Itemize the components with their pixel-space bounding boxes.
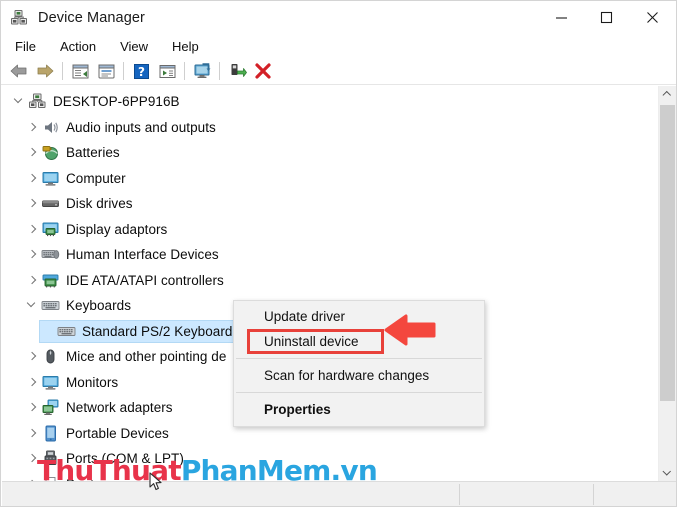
maximize-button[interactable] xyxy=(584,1,629,34)
tree-item-label: Disk drives xyxy=(66,196,133,212)
scroll-up-icon[interactable] xyxy=(659,86,676,103)
toolbar-separator-2 xyxy=(123,62,124,80)
help-icon[interactable]: ? xyxy=(128,59,154,83)
title-bar: Device Manager xyxy=(1,1,676,34)
red-pointer-arrow xyxy=(384,310,439,352)
context-menu-item-update-driver[interactable]: Update driver xyxy=(234,304,484,329)
forward-arrow-icon[interactable] xyxy=(32,59,58,83)
tree-item-label: Portable Devices xyxy=(66,425,169,441)
ide-controller-icon xyxy=(41,271,60,290)
window-controls xyxy=(539,1,676,34)
svg-text:?: ? xyxy=(138,65,145,79)
tree-item-computer[interactable]: Computer xyxy=(2,166,660,192)
properties-icon[interactable] xyxy=(93,59,119,83)
toolbar-separator-1 xyxy=(62,62,63,80)
display-adapter-icon xyxy=(41,220,60,239)
status-divider-1 xyxy=(459,484,460,505)
toolbar-separator-4 xyxy=(219,62,220,80)
enable-device-icon[interactable] xyxy=(224,59,250,83)
status-divider-2 xyxy=(593,484,594,505)
tree-expander-network-adapters[interactable] xyxy=(23,395,41,420)
tree-scrollbar[interactable] xyxy=(658,86,676,481)
watermark-part-2: PhanMem.vn xyxy=(180,454,378,487)
context-menu-item-scan-hardware-changes[interactable]: Scan for hardware changes xyxy=(234,363,484,388)
tree-item-label: Computer xyxy=(66,170,126,186)
tree-item-batteries[interactable]: Batteries xyxy=(2,140,660,166)
tree-item-hid[interactable]: Human Interface Devices xyxy=(2,242,660,268)
hid-icon xyxy=(41,245,60,264)
tree-item-label: Human Interface Devices xyxy=(66,247,219,263)
menu-file[interactable]: File xyxy=(15,39,36,54)
scroll-down-icon[interactable] xyxy=(659,464,676,481)
scan-hardware-icon[interactable] xyxy=(189,59,215,83)
toolbar-separator-3 xyxy=(184,62,185,80)
context-menu-item-properties[interactable]: Properties xyxy=(234,397,484,422)
tree-expander-audio[interactable] xyxy=(23,115,41,140)
menu-view[interactable]: View xyxy=(120,39,148,54)
mouse-cursor xyxy=(149,472,163,497)
tree-item-label: Monitors xyxy=(66,374,119,390)
speaker-icon xyxy=(41,118,60,137)
tree-item-label: Network adapters xyxy=(66,400,173,416)
tree-item-ide-controllers[interactable]: IDE ATA/ATAPI controllers xyxy=(2,268,660,294)
monitor-icon xyxy=(41,169,60,188)
minimize-button[interactable] xyxy=(539,1,584,34)
update-driver-icon[interactable] xyxy=(154,59,180,83)
scrollbar-track[interactable] xyxy=(659,103,676,464)
tree-item-label: Keyboards xyxy=(66,298,131,314)
show-hidden-devices-icon[interactable] xyxy=(67,59,93,83)
tree-item-label: Display adaptors xyxy=(66,221,168,237)
window-title: Device Manager xyxy=(38,9,145,26)
tree-item-audio[interactable]: Audio inputs and outputs xyxy=(2,115,660,141)
tree-expander-disk-drives[interactable] xyxy=(23,191,41,216)
tree-root-item[interactable]: DESKTOP-6PP916B xyxy=(2,89,660,115)
scrollbar-thumb[interactable] xyxy=(660,105,675,401)
tree-expander-batteries[interactable] xyxy=(23,140,41,165)
tree-expander-computer[interactable] xyxy=(23,166,41,191)
mouse-icon xyxy=(41,347,60,366)
device-manager-icon xyxy=(10,9,28,27)
tree-item-disk-drives[interactable]: Disk drives xyxy=(2,191,660,217)
tree-expander-keyboards[interactable] xyxy=(23,293,41,318)
tree-expander-ide-controllers[interactable] xyxy=(23,268,41,293)
close-button[interactable] xyxy=(629,1,676,34)
tree-item-label: Mice and other pointing de xyxy=(66,349,227,365)
computer-root-icon xyxy=(28,92,47,111)
battery-icon xyxy=(41,143,60,162)
tree-expander-display-adaptors[interactable] xyxy=(23,217,41,242)
tree-item-display-adaptors[interactable]: Display adaptors xyxy=(2,217,660,243)
tree-expander-hid[interactable] xyxy=(23,242,41,267)
keyboard-icon xyxy=(57,322,76,341)
toolbar: ? xyxy=(1,58,676,85)
back-arrow-icon[interactable] xyxy=(6,59,32,83)
tree-root-label: DESKTOP-6PP916B xyxy=(53,94,180,110)
network-adapter-icon xyxy=(41,398,60,417)
portable-device-icon xyxy=(41,424,60,443)
tree-item-label: IDE ATA/ATAPI controllers xyxy=(66,272,224,288)
watermark: ThuThuatPhanMem.vn xyxy=(37,454,378,487)
tree-expander-monitors[interactable] xyxy=(23,370,41,395)
monitor-icon xyxy=(41,373,60,392)
context-menu: Update driver Uninstall device Scan for … xyxy=(233,300,485,427)
disk-drive-icon xyxy=(41,194,60,213)
tree-expander-root[interactable] xyxy=(10,89,28,114)
uninstall-device-icon[interactable] xyxy=(250,59,276,83)
menu-bar: File Action View Help xyxy=(1,34,676,58)
tree-item-label: Standard PS/2 Keyboard xyxy=(82,323,233,339)
device-manager-window: Device Manager File Action View Help ? D… xyxy=(0,0,677,507)
tree-item-label: Audio inputs and outputs xyxy=(66,119,216,135)
tree-expander-portable-devices[interactable] xyxy=(23,421,41,446)
keyboard-icon xyxy=(41,296,60,315)
uninstall-device-highlight-box xyxy=(247,329,384,354)
menu-action[interactable]: Action xyxy=(60,39,96,54)
menu-help[interactable]: Help xyxy=(172,39,199,54)
tree-item-label: Batteries xyxy=(66,145,120,161)
tree-expander-mice[interactable] xyxy=(23,344,41,369)
context-menu-separator-1 xyxy=(236,358,482,359)
context-menu-separator-2 xyxy=(236,392,482,393)
